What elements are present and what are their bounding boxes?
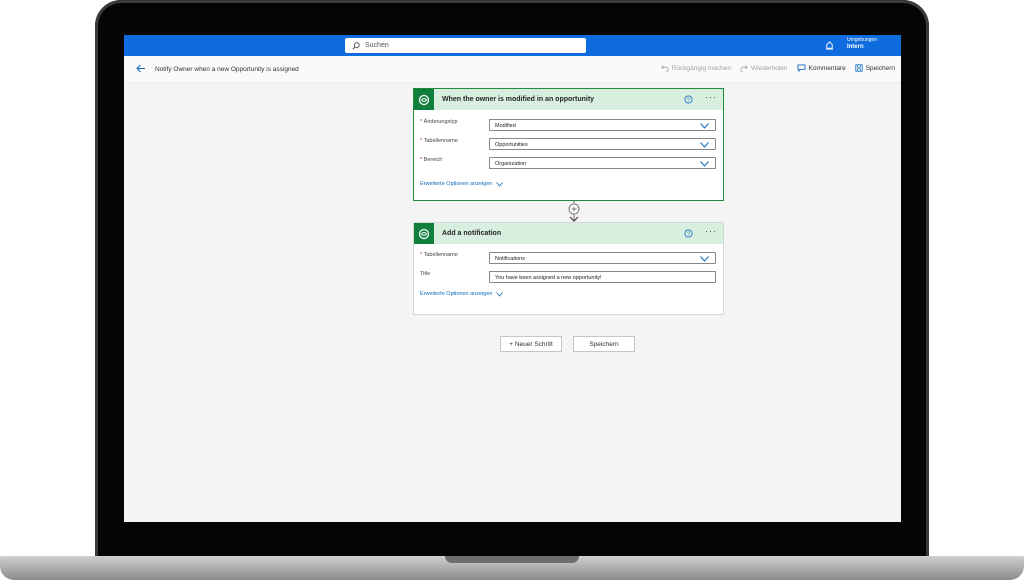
- trigger-card-header[interactable]: When the owner is modified in an opportu…: [414, 89, 723, 110]
- chevron-down-icon: [496, 181, 504, 187]
- save-flow-button[interactable]: Speichern: [573, 336, 635, 352]
- top-bar: Suchen Umgebungen Intern: [124, 35, 901, 56]
- field-value: Opportunities: [495, 142, 528, 148]
- field-row-bereich: * Bereich Organization: [414, 153, 723, 172]
- undo-icon: [660, 65, 669, 72]
- chevron-down-icon: [700, 256, 709, 262]
- advanced-options-link[interactable]: Erweiterte Optionen anzeigen: [420, 181, 723, 187]
- title-input[interactable]: You have been assigned a new opportunity…: [489, 271, 716, 283]
- command-bar: Notify Owner when a new Opportunity is a…: [124, 56, 901, 83]
- environment-picker[interactable]: Umgebungen Intern: [847, 37, 877, 51]
- save-label: Speichern: [865, 64, 895, 72]
- field-value: Modified: [495, 123, 516, 129]
- chevron-down-icon: [700, 142, 709, 148]
- chevron-down-icon: [496, 291, 504, 297]
- back-arrow-icon[interactable]: [136, 64, 146, 73]
- field-value: Notifications: [495, 256, 525, 262]
- redo-icon: [740, 65, 748, 72]
- field-row-title: Title You have been assigned a new oppor…: [414, 267, 723, 286]
- redo-label: Wiederholen: [751, 64, 788, 72]
- dataverse-icon: [414, 89, 434, 110]
- advanced-options-label: Erweiterte Optionen anzeigen: [420, 181, 493, 187]
- field-row-aenderungstyp: * Änderungstyp Modified: [414, 115, 723, 134]
- comments-label: Kommentare: [808, 64, 846, 72]
- dataverse-icon: [414, 223, 434, 244]
- trigger-title: When the owner is modified in an opportu…: [442, 96, 595, 103]
- new-step-button[interactable]: + Neuer Schritt: [500, 336, 562, 352]
- action-title: Add a notification: [442, 230, 502, 237]
- chevron-down-icon: [700, 161, 709, 167]
- redo-button[interactable]: Wiederholen: [740, 64, 788, 72]
- comment-icon: [797, 64, 805, 72]
- tabellenname-dropdown[interactable]: Notifications: [489, 252, 716, 264]
- advanced-options-label: Erweiterte Optionen anzeigen: [420, 291, 493, 297]
- insert-step-connector[interactable]: [567, 201, 581, 223]
- help-icon[interactable]: ?: [684, 95, 693, 104]
- aenderungstyp-dropdown[interactable]: Modified: [489, 119, 716, 131]
- chevron-down-icon: [700, 123, 709, 129]
- svg-text:?: ?: [687, 98, 690, 104]
- save-icon: [855, 64, 863, 72]
- field-label: * Tabellenname: [420, 252, 458, 258]
- environment-value: Intern: [846, 44, 864, 50]
- undo-label: Rückgängig machen: [671, 64, 731, 72]
- comments-button[interactable]: Kommentare: [797, 64, 846, 72]
- tabellenname-dropdown[interactable]: Opportunities: [489, 138, 716, 150]
- more-options-icon[interactable]: ···: [705, 93, 717, 102]
- bereich-dropdown[interactable]: Organization: [489, 157, 716, 169]
- action-card[interactable]: Add a notification ? ··· * Tabellenname …: [413, 222, 724, 315]
- app-window: Suchen Umgebungen Intern Notify Owner wh…: [124, 35, 901, 522]
- field-label: * Tabellenname: [420, 138, 458, 144]
- environment-label: Umgebungen: [846, 37, 877, 43]
- field-label: * Änderungstyp: [420, 119, 458, 125]
- search-placeholder: Suchen: [365, 42, 389, 49]
- help-icon[interactable]: ?: [684, 229, 693, 238]
- save-button[interactable]: Speichern: [855, 64, 895, 72]
- field-row-tabellenname: * Tabellenname Opportunities: [414, 134, 723, 153]
- more-options-icon[interactable]: ···: [705, 227, 717, 236]
- trigger-card[interactable]: When the owner is modified in an opportu…: [413, 88, 724, 201]
- field-value: Organization: [495, 161, 527, 167]
- field-label: * Bereich: [420, 157, 443, 163]
- laptop-notch: [445, 556, 579, 563]
- action-card-header[interactable]: Add a notification ? ···: [414, 223, 723, 244]
- field-label: Title: [420, 271, 431, 277]
- environment-icon[interactable]: [825, 41, 834, 50]
- search-box[interactable]: Suchen: [345, 38, 586, 53]
- flow-title: Notify Owner when a new Opportunity is a…: [155, 66, 299, 73]
- advanced-options-link[interactable]: Erweiterte Optionen anzeigen: [420, 291, 723, 297]
- undo-button[interactable]: Rückgängig machen: [660, 64, 731, 72]
- svg-text:?: ?: [687, 232, 690, 238]
- field-row-tabellenname: * Tabellenname Notifications: [414, 248, 723, 267]
- search-icon: [352, 41, 360, 49]
